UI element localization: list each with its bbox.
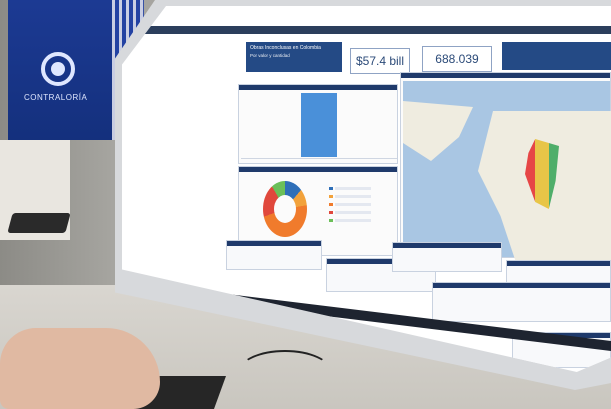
legend-swatch: [329, 211, 333, 214]
legend-swatch: [329, 203, 333, 206]
panel-header: [401, 73, 610, 78]
panel-header: [239, 85, 397, 90]
chart-baseline: [241, 158, 397, 159]
user-hand: [0, 328, 160, 409]
legend-swatch: [329, 219, 333, 222]
panel-header: [239, 167, 397, 172]
map-ocean[interactable]: [403, 81, 611, 261]
dashboard-title-card: Obras Inconclusas en Colombia Por valor …: [246, 42, 342, 72]
panel-header: [433, 283, 610, 288]
legend-swatch: [329, 195, 333, 198]
map-panel: [400, 72, 611, 261]
donut-hole: [274, 195, 296, 223]
kpi-total-count: 688.039: [422, 46, 492, 72]
info-card: [392, 242, 502, 272]
legend-item: [335, 211, 371, 214]
legend-swatch: [329, 187, 333, 190]
desk-phone: [7, 213, 71, 233]
dashboard-subtitle: Por valor y cantidad: [250, 53, 290, 58]
chart-bar[interactable]: [301, 93, 337, 157]
legend-item: [335, 187, 371, 190]
legend-item: [335, 195, 371, 198]
browser-top-bar: [122, 26, 611, 34]
panel-header: [227, 241, 321, 246]
info-card: [432, 282, 611, 322]
logo-inner: [51, 62, 65, 76]
panel-header: [507, 261, 610, 266]
legend-item: [335, 219, 371, 222]
bar-chart-panel: [238, 84, 398, 164]
dashboard-title: Obras Inconclusas en Colombia: [250, 45, 321, 51]
header-block: [502, 42, 611, 70]
map-landmass-caribbean: [403, 101, 473, 161]
kpi-total-value: $57.4 bill: [350, 48, 410, 74]
panel-header: [393, 243, 501, 248]
legend-item: [335, 203, 371, 206]
monitor-cable: [238, 350, 332, 394]
info-card: [226, 240, 322, 270]
logo-text: CONTRALORÍA: [24, 93, 88, 102]
